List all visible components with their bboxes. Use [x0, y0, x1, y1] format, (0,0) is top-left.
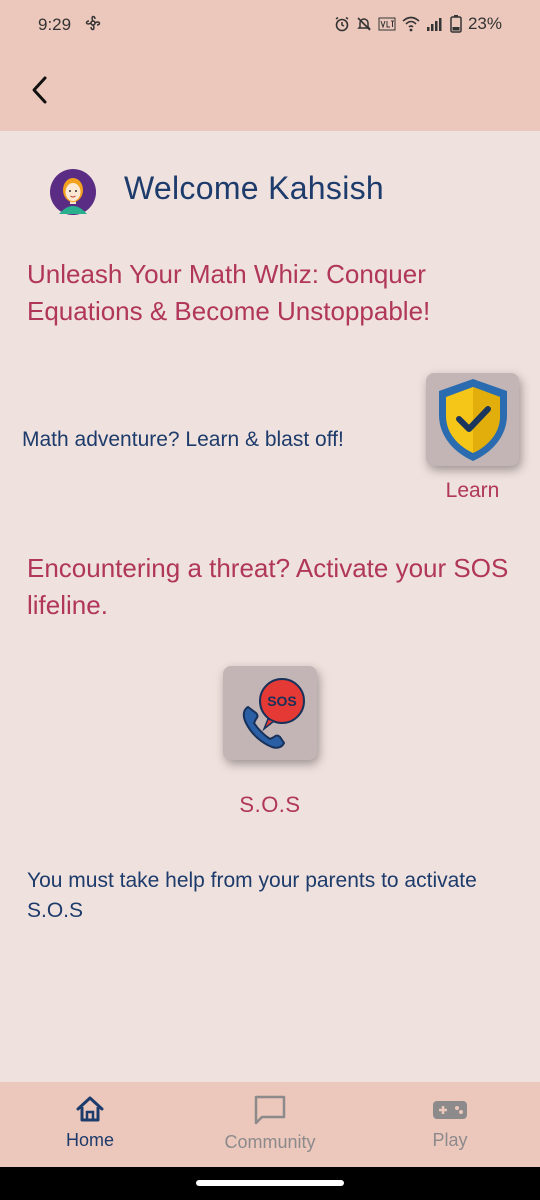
fan-icon — [85, 15, 101, 31]
gamepad-icon — [433, 1101, 467, 1119]
alarm-icon — [335, 16, 349, 32]
threat-prompt: Encountering a threat? Activate your SOS… — [27, 553, 509, 620]
status-bar: 9:29 23% — [0, 0, 540, 52]
welcome-title: Welcome Kahsish — [124, 170, 385, 206]
nav-home-label: Home — [65, 1130, 114, 1150]
back-button[interactable] — [22, 70, 58, 110]
sos-label: S.O.S — [239, 792, 301, 817]
wifi-icon — [402, 16, 420, 32]
chat-bubble-icon — [254, 1095, 286, 1125]
chevron-left-icon — [32, 76, 47, 104]
nav-home[interactable]: Home — [0, 1082, 180, 1167]
battery-icon — [450, 15, 462, 33]
battery-percent: 23% — [467, 14, 502, 33]
nav-play[interactable]: Play — [360, 1082, 540, 1167]
volte-icon — [378, 17, 396, 31]
status-time: 9:29 — [38, 15, 72, 34]
learn-button[interactable] — [426, 373, 519, 466]
bell-off-icon — [357, 17, 371, 31]
learn-label: Learn — [445, 479, 500, 502]
signal-icon — [426, 18, 442, 31]
nav-community[interactable]: Community — [180, 1082, 360, 1167]
bottom-nav: Home Community Play — [0, 1082, 540, 1167]
home-icon — [76, 1096, 104, 1122]
nav-community-label: Community — [224, 1132, 316, 1152]
shield-check-icon — [438, 378, 507, 461]
sos-button[interactable]: SOS — [223, 666, 317, 760]
learn-prompt: Math adventure? Learn & blast off! — [22, 428, 344, 451]
home-gesture-handle[interactable] — [196, 1180, 344, 1186]
headline-text: Unleash Your Math Whiz: Conquer Equation… — [27, 259, 431, 326]
nav-play-label: Play — [432, 1130, 468, 1150]
status-icons: 23% — [334, 14, 502, 34]
avatar — [50, 169, 96, 215]
app-bar — [0, 52, 540, 131]
sos-phone-icon: SOS — [242, 678, 305, 749]
sos-badge-text: SOS — [267, 693, 297, 709]
parents-note: You must take help from your parents to … — [27, 869, 477, 922]
